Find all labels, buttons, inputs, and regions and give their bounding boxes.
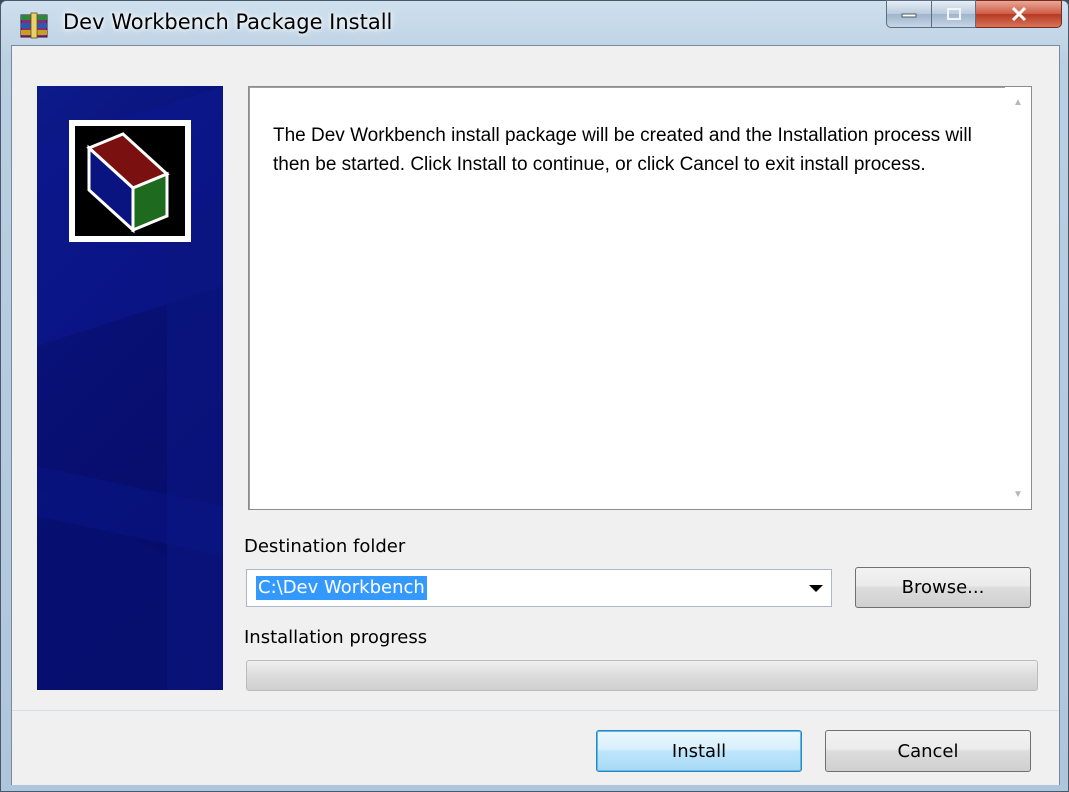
close-button[interactable]	[976, 0, 1062, 28]
logo-background	[75, 126, 185, 236]
dropdown-arrow-icon[interactable]	[809, 585, 823, 592]
vertical-scrollbar[interactable]: ▲ ▼	[1005, 87, 1031, 509]
winrar-archive-icon	[20, 12, 48, 39]
installation-progress-label: Installation progress	[244, 627, 428, 648]
destination-folder-value[interactable]: C:\Dev Workbench	[256, 576, 427, 600]
minimize-button[interactable]	[886, 0, 932, 28]
installation-progress-bar	[246, 660, 1038, 691]
window-title: Dev Workbench Package Install	[63, 10, 393, 34]
maximize-button[interactable]	[932, 0, 976, 28]
package-box-icon	[86, 132, 170, 234]
browse-button[interactable]: Browse...	[855, 567, 1031, 608]
side-banner	[37, 86, 223, 690]
info-text-box[interactable]: The Dev Workbench install package will b…	[248, 86, 1032, 510]
scroll-down-arrow-icon[interactable]: ▼	[1005, 481, 1031, 507]
close-icon	[976, 1, 1061, 27]
destination-folder-label: Destination folder	[244, 536, 406, 557]
install-instructions: The Dev Workbench install package will b…	[273, 125, 972, 175]
cancel-button[interactable]: Cancel	[825, 730, 1031, 772]
minimize-icon	[887, 1, 931, 27]
scroll-up-arrow-icon[interactable]: ▲	[1005, 89, 1031, 115]
installer-window: Dev Workbench Package Install The Dev Wo…	[0, 0, 1069, 792]
maximize-icon	[932, 1, 975, 27]
dialog-footer: Install Cancel	[12, 711, 1059, 785]
title-bar[interactable]: Dev Workbench Package Install	[1, 0, 1068, 45]
install-button[interactable]: Install	[596, 730, 802, 772]
caption-buttons	[886, 0, 1062, 30]
destination-folder-combobox[interactable]: C:\Dev Workbench	[246, 569, 832, 607]
dialog-client-area: The Dev Workbench install package will b…	[11, 45, 1060, 785]
logo-frame	[69, 120, 191, 242]
